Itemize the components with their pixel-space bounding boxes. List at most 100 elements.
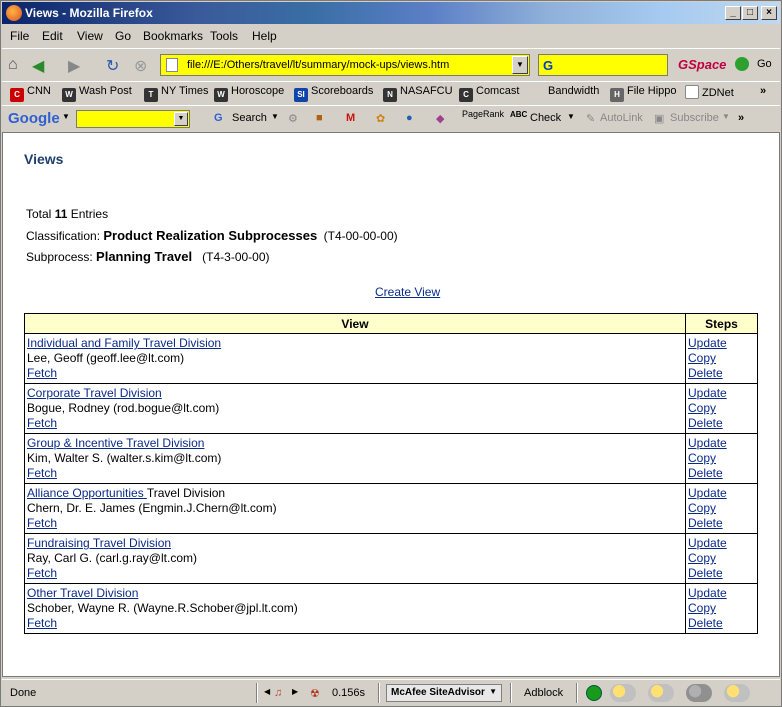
address-input[interactable]: file:///E:/Others/travel/lt/summary/mock… bbox=[187, 59, 449, 71]
prev-arrow-icon[interactable]: ◀ bbox=[264, 687, 270, 696]
copy-link[interactable]: Copy bbox=[688, 351, 755, 366]
owner-text: Chern, Dr. E. James (Engmin.J.Chern@lt.c… bbox=[27, 501, 277, 515]
menu-file[interactable]: File bbox=[10, 29, 29, 43]
mcafee-dropdown-icon[interactable]: ▼ bbox=[489, 687, 497, 696]
delete-link[interactable]: Delete bbox=[688, 466, 755, 481]
popup-blocker-icon[interactable]: ◆ bbox=[436, 112, 444, 125]
fetch-link[interactable]: Fetch bbox=[27, 516, 683, 531]
bookmark-wash-post[interactable]: W Wash Post bbox=[62, 85, 132, 102]
update-link[interactable]: Update bbox=[688, 586, 755, 601]
update-link[interactable]: Update bbox=[688, 536, 755, 551]
weather-partly-cloudy-icon[interactable] bbox=[648, 684, 674, 702]
delete-link[interactable]: Delete bbox=[688, 616, 755, 631]
bookmark-cnn[interactable]: C CNN bbox=[10, 85, 51, 102]
settings-icon[interactable]: ⚙ bbox=[288, 112, 298, 125]
go-icon[interactable] bbox=[735, 57, 749, 71]
autolink-button[interactable]: AutoLink bbox=[600, 112, 643, 124]
google-search-input[interactable]: ▼ bbox=[76, 110, 190, 128]
google-search-dropdown-icon[interactable]: ▼ bbox=[174, 112, 188, 126]
bookmark-scoreboards[interactable]: SI Scoreboards bbox=[294, 85, 373, 102]
delete-link[interactable]: Delete bbox=[688, 516, 755, 531]
bookmark-zdnet[interactable]: ZDNet bbox=[685, 85, 734, 99]
fetch-link[interactable]: Fetch bbox=[27, 566, 683, 581]
create-view-link[interactable]: Create View bbox=[375, 285, 440, 299]
pagerank-label[interactable]: PageRank bbox=[462, 109, 504, 119]
search-dropdown-icon[interactable]: ▼ bbox=[271, 112, 279, 121]
weather-partly-cloudy-icon[interactable] bbox=[610, 684, 636, 702]
update-link[interactable]: Update bbox=[688, 436, 755, 451]
menu-tools[interactable]: Tools bbox=[210, 29, 238, 43]
picasa-icon[interactable]: ✿ bbox=[376, 112, 385, 125]
go-button[interactable]: Go bbox=[757, 58, 772, 70]
next-arrow-icon[interactable]: ▶ bbox=[292, 687, 298, 696]
close-button[interactable]: × bbox=[761, 6, 777, 20]
earth-icon[interactable]: ● bbox=[406, 112, 413, 124]
stop-icon[interactable]: ⊗ bbox=[134, 56, 147, 76]
menu-help[interactable]: Help bbox=[252, 29, 277, 43]
fetch-link[interactable]: Fetch bbox=[27, 466, 683, 481]
copy-link[interactable]: Copy bbox=[688, 401, 755, 416]
google-logo[interactable]: Google bbox=[8, 110, 60, 127]
fetch-link[interactable]: Fetch bbox=[27, 416, 683, 431]
delete-link[interactable]: Delete bbox=[688, 566, 755, 581]
home-icon[interactable]: ⌂ bbox=[8, 56, 18, 74]
bookmark-horoscope[interactable]: W Horoscope bbox=[214, 85, 284, 102]
google-search-button[interactable]: Search bbox=[232, 112, 267, 124]
delete-link[interactable]: Delete bbox=[688, 366, 755, 381]
update-link[interactable]: Update bbox=[688, 336, 755, 351]
google-g-icon: G bbox=[214, 112, 223, 124]
comcast-icon: C bbox=[459, 88, 473, 102]
bookmark-nasafcu[interactable]: N NASAFCU bbox=[383, 85, 453, 102]
back-icon[interactable]: ◀ bbox=[32, 56, 44, 76]
bookmark-file-hippo[interactable]: H File Hippo bbox=[610, 85, 677, 102]
menu-bookmarks[interactable]: Bookmarks bbox=[143, 29, 203, 43]
view-name-link[interactable]: Alliance Opportunities bbox=[27, 486, 147, 500]
menu-go[interactable]: Go bbox=[115, 29, 131, 43]
adblock-button[interactable]: Adblock bbox=[524, 687, 563, 699]
weather-partly-cloudy-icon[interactable] bbox=[724, 684, 750, 702]
subscribe-button[interactable]: Subscribe bbox=[670, 112, 719, 124]
reload-icon[interactable]: ↻ bbox=[106, 56, 119, 76]
view-cell: Corporate Travel Division Bogue, Rodney … bbox=[24, 383, 686, 434]
copy-link[interactable]: Copy bbox=[688, 451, 755, 466]
update-link[interactable]: Update bbox=[688, 486, 755, 501]
fetch-link[interactable]: Fetch bbox=[27, 616, 683, 631]
address-dropdown-icon[interactable]: ▼ bbox=[512, 56, 528, 74]
update-link[interactable]: Update bbox=[688, 386, 755, 401]
fetch-link[interactable]: Fetch bbox=[27, 366, 683, 381]
copy-link[interactable]: Copy bbox=[688, 601, 755, 616]
toolbar-overflow-icon[interactable]: » bbox=[738, 112, 744, 124]
gmail-icon[interactable]: M bbox=[346, 112, 355, 124]
search-box[interactable]: G bbox=[538, 54, 668, 76]
menu-view[interactable]: View bbox=[77, 29, 103, 43]
bookmarks-overflow-icon[interactable]: » bbox=[760, 85, 766, 97]
delete-link[interactable]: Delete bbox=[688, 416, 755, 431]
bookmark-ny-times[interactable]: T NY Times bbox=[144, 85, 208, 102]
minimize-button[interactable]: _ bbox=[725, 6, 741, 20]
check-dropdown-icon[interactable]: ▼ bbox=[567, 112, 575, 121]
address-bar[interactable]: file:///E:/Others/travel/lt/summary/mock… bbox=[160, 54, 530, 76]
menu-edit[interactable]: Edit bbox=[42, 29, 63, 43]
copy-link[interactable]: Copy bbox=[688, 501, 755, 516]
subscribe-dropdown-icon[interactable]: ▼ bbox=[722, 112, 730, 121]
view-name-link[interactable]: Corporate Travel Division bbox=[27, 386, 683, 401]
forward-icon[interactable]: ▶ bbox=[68, 56, 80, 76]
copy-link[interactable]: Copy bbox=[688, 551, 755, 566]
mcafee-siteadvisor-button[interactable]: McAfee SiteAdvisor ▼ bbox=[386, 684, 502, 702]
view-name-link[interactable]: Individual and Family Travel Division bbox=[27, 336, 683, 351]
status-bar: Done ◀ ♫ ▶ ☢ 0.156s McAfee SiteAdvisor ▼… bbox=[2, 679, 780, 706]
steps-cell: Update Copy Delete bbox=[685, 383, 758, 434]
news-icon[interactable]: ■ bbox=[316, 112, 323, 124]
music-icon[interactable]: ♫ bbox=[274, 687, 282, 699]
google-menu-dropdown-icon[interactable]: ▼ bbox=[62, 112, 70, 121]
view-name-link[interactable]: Fundraising Travel Division bbox=[27, 536, 683, 551]
bookmark-bandwidth[interactable]: Bandwidth bbox=[548, 85, 599, 97]
view-name-link[interactable]: Other Travel Division bbox=[27, 586, 683, 601]
google-search-icon[interactable]: G bbox=[543, 58, 553, 73]
weather-cloudy-icon[interactable] bbox=[686, 684, 712, 702]
view-name-link[interactable]: Group & Incentive Travel Division bbox=[27, 436, 683, 451]
bookmark-comcast[interactable]: C Comcast bbox=[459, 85, 519, 102]
gspace-button[interactable]: GSpace bbox=[678, 57, 726, 72]
check-button[interactable]: Check bbox=[530, 112, 561, 124]
maximize-button[interactable]: □ bbox=[742, 6, 758, 20]
